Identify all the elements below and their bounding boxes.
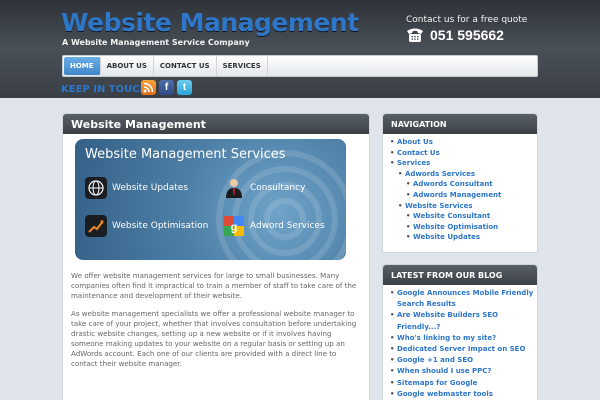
banner-title: Website Management Services <box>85 147 286 162</box>
globe-icon <box>85 177 107 199</box>
banner-item-website-optimisation: Website Optimisation <box>85 215 208 237</box>
nav-link-website-optimisation[interactable]: Website Optimisation <box>406 222 537 233</box>
businessman-icon <box>226 179 242 198</box>
blog-link[interactable]: Sitemaps for Google <box>390 378 537 389</box>
nav-link-services[interactable]: Services <box>390 158 537 169</box>
banner-item-adword-services: g Adword Services <box>223 215 325 237</box>
blog-link[interactable]: Dedicated Server Impact on SEO <box>390 344 537 355</box>
google-adwords-icon: g <box>224 216 244 236</box>
services-banner: Website Management Services Website Upda… <box>75 139 346 260</box>
blog-link[interactable]: Are Website Builders SEO <box>390 310 537 321</box>
main-nav: HOME ABOUT US CONTACT US SERVICES <box>62 55 538 77</box>
twitter-icon[interactable]: t <box>177 80 192 95</box>
nav-services[interactable]: SERVICES <box>217 56 268 76</box>
nav-link-adwords-services[interactable]: Adwords Services <box>398 169 537 180</box>
blog-link[interactable]: When should I use PPC? <box>390 366 537 377</box>
main-content: Website Management Website Management Se… <box>62 113 370 400</box>
blog-link[interactable]: Google Announces Mobile Friendly <box>390 288 537 299</box>
blog-link[interactable]: Google +1 and SEO <box>390 355 537 366</box>
banner-swirl-decoration <box>216 150 346 260</box>
banner-item-consultancy: Consultancy <box>223 177 305 199</box>
nav-link-adwords-consultant[interactable]: Adwords Consultant <box>406 179 537 190</box>
blog-panel: LATEST FROM OUR BLOG Google Announces Mo… <box>382 264 538 400</box>
contact-text: Contact us for a free quote <box>406 15 528 25</box>
body-paragraph: We offer website management services for… <box>71 271 357 300</box>
phone-block: 051 595662 <box>406 27 504 43</box>
phone-number[interactable]: 051 595662 <box>430 27 504 43</box>
nav-home[interactable]: HOME <box>64 57 101 75</box>
page-title: Website Management <box>63 114 369 134</box>
banner-item-label: Website Optimisation <box>112 221 209 231</box>
banner-item-website-updates: Website Updates <box>85 177 188 199</box>
banner-item-label: Website Updates <box>112 183 189 193</box>
site-tagline: A Website Management Service Company <box>62 38 250 47</box>
main-body-text: We offer website management services for… <box>71 271 365 377</box>
navigation-list: About Us Contact Us Services Adwords Ser… <box>383 134 537 243</box>
banner-item-label: Adword Services <box>250 221 325 231</box>
blog-link[interactable]: Google webmaster tools <box>390 389 537 400</box>
navigation-panel-title: NAVIGATION <box>383 114 537 134</box>
phone-icon <box>407 28 423 42</box>
nav-link-website-consultant[interactable]: Website Consultant <box>406 211 537 222</box>
growth-chart-icon <box>85 215 107 237</box>
nav-link-adwords-management[interactable]: Adwords Management <box>406 190 537 201</box>
blog-list: Google Announces Mobile Friendly Search … <box>383 285 537 400</box>
blog-link[interactable]: Who's linking to my site? <box>390 333 537 344</box>
blog-link-continued[interactable]: Search Results <box>391 299 537 310</box>
banner-item-label: Consultancy <box>250 183 306 193</box>
nav-link-website-services[interactable]: Website Services <box>398 201 537 212</box>
body-paragraph: As website management specialists we off… <box>71 309 357 368</box>
navigation-panel: NAVIGATION About Us Contact Us Services … <box>382 113 538 253</box>
nav-link-about-us[interactable]: About Us <box>390 137 537 148</box>
adwords-g-glyph: g <box>231 222 238 234</box>
site-title[interactable]: Website Management <box>61 8 359 37</box>
rss-icon[interactable] <box>141 80 156 95</box>
blog-panel-title: LATEST FROM OUR BLOG <box>383 265 537 285</box>
nav-about-us[interactable]: ABOUT US <box>101 56 154 76</box>
facebook-icon[interactable]: f <box>159 80 174 95</box>
nav-contact-us[interactable]: CONTACT US <box>154 56 217 76</box>
nav-link-contact-us[interactable]: Contact Us <box>390 148 537 159</box>
nav-link-website-updates[interactable]: Website Updates <box>406 232 537 243</box>
keep-in-touch-label: KEEP IN TOUCH <box>61 84 148 95</box>
blog-link-continued[interactable]: Friendly...? <box>391 322 537 333</box>
social-links: f t <box>141 80 192 95</box>
